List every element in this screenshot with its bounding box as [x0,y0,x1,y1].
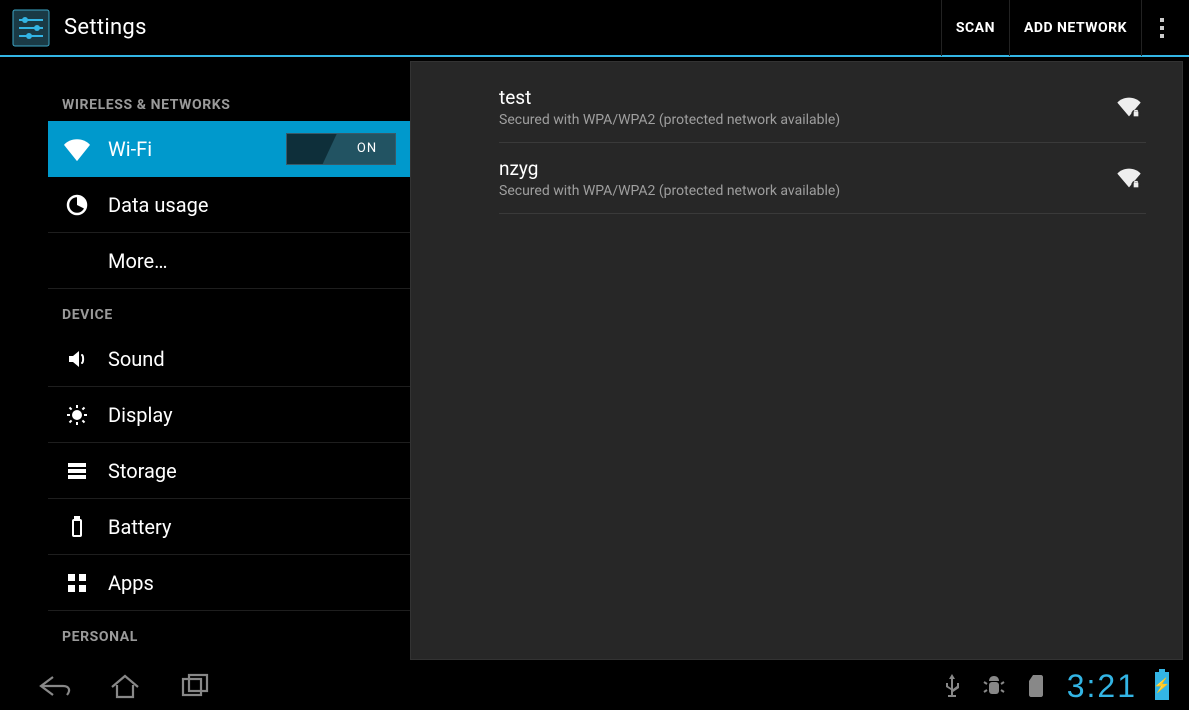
apps-icon [62,568,92,598]
storage-icon [62,456,92,486]
adb-debug-icon [979,671,1009,701]
add-network-button[interactable]: ADD NETWORK [1009,0,1141,56]
sidebar-item-apps[interactable]: Apps [48,555,410,611]
overflow-menu-button[interactable] [1141,0,1181,56]
sidebar-item-storage[interactable]: Storage [48,443,410,499]
recent-apps-button[interactable] [160,662,230,710]
sound-icon [62,344,92,374]
wifi-toggle-label: ON [339,134,395,164]
sidebar-item-label: Apps [108,571,410,595]
category-device: DEVICE [48,307,410,323]
system-bar: 3:21 ⚡ [0,662,1189,710]
wifi-network-list: test Secured with WPA/WPA2 (protected ne… [410,61,1183,660]
sidebar-item-label: Wi-Fi [108,137,286,161]
wifi-icon [62,134,92,164]
clock[interactable]: 3:21 [1067,668,1137,705]
usb-icon [937,671,967,701]
network-desc: Secured with WPA/WPA2 (protected network… [499,183,1112,199]
sidebar-item-battery[interactable]: Battery [48,499,410,555]
wifi-network-item[interactable]: nzyg Secured with WPA/WPA2 (protected ne… [499,143,1146,214]
sidebar-item-data-usage[interactable]: Data usage [48,177,410,233]
category-wireless: WIRELESS & NETWORKS [48,97,410,113]
settings-sidebar: WIRELESS & NETWORKS Wi-Fi ON Data usage [0,57,410,662]
sidebar-item-label: Storage [108,459,410,483]
wifi-toggle[interactable]: ON [286,133,396,165]
scan-button[interactable]: SCAN [941,0,1009,56]
battery-icon [62,512,92,542]
sidebar-item-label: More… [108,249,410,273]
action-bar: Settings SCAN ADD NETWORK [0,0,1189,57]
wifi-signal-icon [1112,161,1146,195]
network-desc: Secured with WPA/WPA2 (protected network… [499,112,1112,128]
sidebar-item-label: Battery [108,515,410,539]
settings-app-icon [10,7,52,49]
back-button[interactable] [20,662,90,710]
network-name: nzyg [499,157,1112,180]
display-icon [62,400,92,430]
battery-charging-icon: ⚡ [1155,672,1169,700]
category-personal: PERSONAL [48,629,410,645]
wifi-signal-icon [1112,90,1146,124]
sidebar-item-sound[interactable]: Sound [48,331,410,387]
data-usage-icon [62,190,92,220]
sidebar-item-label: Sound [108,347,410,371]
sidebar-item-label: Display [108,403,410,427]
sidebar-item-label: Data usage [108,193,410,217]
sidebar-item-display[interactable]: Display [48,387,410,443]
sidebar-item-more[interactable]: More… [48,233,410,289]
wifi-network-item[interactable]: test Secured with WPA/WPA2 (protected ne… [499,72,1146,143]
sd-card-icon [1021,671,1051,701]
app-title: Settings [64,15,147,40]
network-name: test [499,86,1112,109]
sidebar-item-wifi[interactable]: Wi-Fi ON [48,121,410,177]
home-button[interactable] [90,662,160,710]
